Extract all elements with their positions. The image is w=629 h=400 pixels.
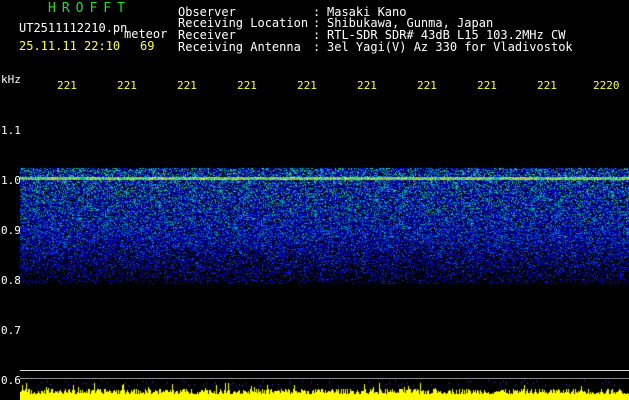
x-tick: 221 — [57, 79, 77, 92]
y-tick: 0.7 — [1, 324, 21, 337]
y-tick: 0.9 — [1, 224, 21, 237]
x-tick: 221 — [237, 79, 257, 92]
count-value: 69 — [140, 39, 155, 53]
antenna-label: Receiving Antenna — [178, 40, 301, 54]
spectrogram-canvas — [20, 93, 629, 400]
x-tick: 221 — [417, 79, 437, 92]
y-axis-unit: kHz — [1, 73, 21, 86]
y-tick: 1.1 — [1, 124, 21, 137]
x-tick: 221 — [177, 79, 197, 92]
file-name: UT2511112210.pn — [19, 21, 128, 35]
antenna-value: 3el Yagi(V) Az 330 for Vladivostok — [327, 40, 573, 54]
x-tick: 221 — [117, 79, 137, 92]
y-tick: 0.8 — [1, 274, 21, 287]
baseline-divider — [20, 370, 629, 371]
app-title: HROFFT — [48, 1, 131, 16]
y-tick: 1.0 — [1, 174, 21, 187]
x-tick: 2220 — [593, 79, 620, 92]
antenna-sep: : — [313, 40, 321, 54]
datetime: 25.11.11 22:10 — [19, 39, 121, 53]
x-tick: 221 — [297, 79, 317, 92]
y-tick: 0.6 — [1, 374, 21, 387]
spectrogram-plot — [20, 93, 629, 400]
x-tick: 221 — [537, 79, 557, 92]
x-tick: 221 — [357, 79, 377, 92]
level-divider — [20, 378, 629, 379]
x-tick: 221 — [477, 79, 497, 92]
